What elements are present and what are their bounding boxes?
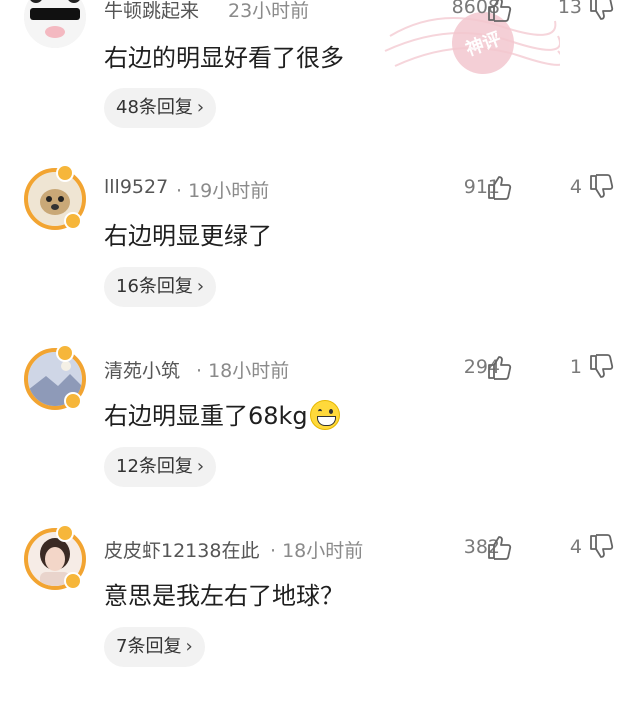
comment-item: 清苑小筑 · 18小时前 294 1 右边明显重了68kg 12条回复 › xyxy=(0,344,640,528)
level-badge xyxy=(64,572,82,590)
chevron-right-icon: › xyxy=(196,97,205,118)
username[interactable]: 皮皮虾12138在此 xyxy=(104,536,259,563)
dislike-count: 1 xyxy=(569,356,582,378)
chevron-right-icon: › xyxy=(185,636,193,657)
comment-item: lll9527 · 19小时前 911 4 右边明显更绿了 16条回复 › xyxy=(0,164,640,348)
grinning-face-emoji-icon xyxy=(309,400,340,430)
timestamp: · 18小时前 xyxy=(270,540,364,562)
comment-text-value: 右边明显重了68kg xyxy=(104,402,308,430)
level-badge xyxy=(64,392,82,410)
thumb-down-icon[interactable] xyxy=(588,534,614,560)
chevron-right-icon: › xyxy=(196,276,205,297)
comment-text: 右边明显重了68kg xyxy=(104,396,340,431)
thumb-up-icon[interactable] xyxy=(486,534,512,560)
thumb-down-icon[interactable] xyxy=(588,0,614,22)
view-replies-button[interactable]: 7条回复 › xyxy=(104,627,205,667)
thumb-up-icon[interactable] xyxy=(486,354,512,380)
comment-text: 右边的明显好看了很多 xyxy=(104,44,344,72)
timestamp: · 19小时前 xyxy=(176,180,270,202)
dislike-count: 13 xyxy=(557,0,582,18)
reply-count-label: 7条回复 xyxy=(116,636,182,657)
view-replies-button[interactable]: 12条回复 › xyxy=(104,447,217,487)
dislike-count: 4 xyxy=(569,176,582,198)
reply-count-label: 12条回复 xyxy=(116,456,193,477)
username[interactable]: 清苑小筑 xyxy=(104,356,180,383)
level-badge xyxy=(56,164,74,182)
thumb-up-icon[interactable] xyxy=(486,0,512,22)
reply-count-label: 16条回复 xyxy=(116,276,193,297)
timestamp: 23小时前 xyxy=(228,0,310,22)
reply-count-label: 48条回复 xyxy=(116,97,193,118)
avatar[interactable] xyxy=(24,0,86,48)
username[interactable]: lll9527 xyxy=(104,176,168,198)
thumb-down-icon[interactable] xyxy=(588,174,614,200)
level-badge xyxy=(56,344,74,362)
comment-text: 右边明显更绿了 xyxy=(104,222,272,250)
panda-avatar-icon xyxy=(24,0,86,48)
level-badge xyxy=(56,524,74,542)
view-replies-button[interactable]: 48条回复 › xyxy=(104,88,217,128)
chevron-right-icon: › xyxy=(196,456,205,477)
view-replies-button[interactable]: 16条回复 › xyxy=(104,267,217,307)
username[interactable]: 牛顿跳起来 xyxy=(104,0,199,23)
dislike-count: 4 xyxy=(569,536,582,558)
comment-text: 意思是我左右了地球？ xyxy=(104,582,344,610)
comment-item: 皮皮虾12138在此 · 18小时前 382 4 意思是我左右了地球？ 7条回复… xyxy=(0,524,640,708)
timestamp: · 18小时前 xyxy=(196,360,290,382)
level-badge xyxy=(64,212,82,230)
thumb-up-icon[interactable] xyxy=(486,174,512,200)
thumb-down-icon[interactable] xyxy=(588,354,614,380)
comment-item: 牛顿跳起来 23小时前 神评 8608 13 右边的明显好看了很多 48条回复 … xyxy=(0,0,640,166)
